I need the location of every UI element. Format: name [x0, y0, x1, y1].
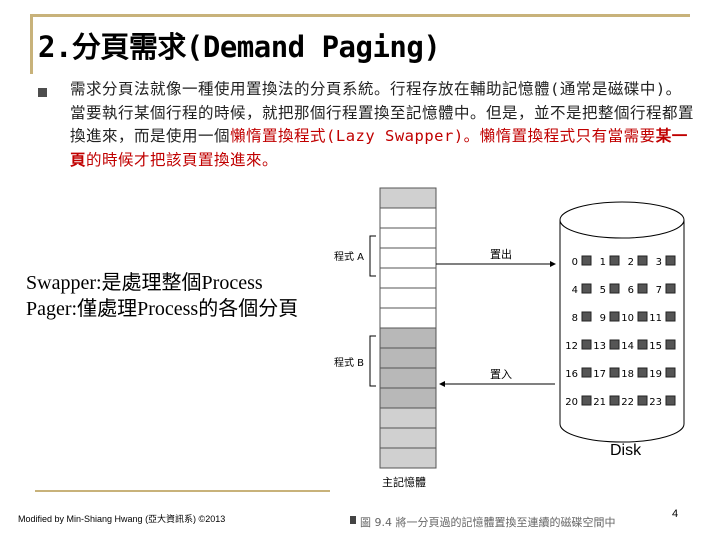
disk-page-block: [665, 395, 676, 406]
disk-page-number: 15: [649, 341, 662, 352]
slide-title: 2.分頁需求(Demand Paging): [38, 30, 441, 64]
disk-page-number: 2: [628, 257, 634, 268]
footer-divider: [35, 490, 330, 492]
demand-paging-figure: 程式 A 程式 B 置出 置入 主記憶體 0 1 2 34 5 6 78 9 10 1112 13 1…: [334, 187, 685, 529]
disk-page-block: [581, 283, 592, 294]
swap-in-label: 置入: [490, 368, 512, 381]
disk-page-block: [609, 339, 620, 350]
disk-page-number: 6: [628, 285, 634, 296]
disk-page-number: 1: [600, 257, 606, 268]
disk-page-number: 14: [621, 341, 634, 352]
swapper-line: Swapper:是處理整個Process: [26, 272, 263, 294]
disk-page-number: 17: [593, 369, 606, 380]
disk-page-number: 7: [656, 285, 662, 296]
swap-out-label: 置出: [490, 247, 512, 261]
disk-page-number: 22: [621, 397, 634, 408]
disk-page-block: [637, 339, 648, 350]
disk-page-number: 21: [593, 397, 606, 408]
disk-page-block: [581, 367, 592, 378]
disk-page-block: [665, 367, 676, 378]
disk-page-number: 8: [572, 313, 578, 324]
disk-page-block: [609, 255, 620, 266]
disk-page-number: 5: [600, 285, 606, 296]
body-paragraph: 需求分頁法就像一種使用置換法的分頁系統。行程存放在輔助記憶體(通常是磁碟中)。當…: [70, 78, 696, 172]
disk-page-number: 3: [656, 257, 662, 268]
disk-page-block: [637, 283, 648, 294]
disk-page-block: [609, 283, 620, 294]
title-accent-horizontal: [30, 14, 690, 17]
disk-page-block: [609, 311, 620, 322]
page-number: 4: [672, 508, 679, 520]
paragraph-text-2: (Lazy Swapper)。懶惰置換程式只有當需要: [326, 127, 656, 145]
paragraph-highlight-lazy-swapper: 懶惰置換程式: [230, 127, 327, 145]
pager-line: Pager:僅處理Process的各個分頁: [26, 298, 299, 320]
disk-page-block: [665, 311, 676, 322]
disk-page-block: [609, 367, 620, 378]
disk-page-block: [637, 367, 648, 378]
disk-page-number: 13: [593, 341, 606, 352]
main-memory-label: 主記憶體: [382, 475, 426, 489]
disk-page-block: [581, 339, 592, 350]
swapper-pager-note: Swapper:是處理整個Process Pager:僅處理Process的各個…: [22, 268, 303, 324]
disk-page-number: 23: [649, 397, 662, 408]
bullet-square-icon: [38, 88, 47, 97]
program-b-label: 程式 B: [334, 356, 364, 369]
disk-page-number: 12: [565, 341, 578, 352]
disk-page-block: [637, 395, 648, 406]
figure-caption: 圖 9.4 將一分頁過的記憶體置換至連續的磁碟空間中: [360, 515, 616, 529]
disk-page-number: 18: [621, 369, 634, 380]
disk-page-block: [665, 283, 676, 294]
title-accent-vertical: [30, 14, 33, 74]
disk-label: Disk: [610, 442, 642, 459]
disk-page-number: 9: [600, 313, 606, 324]
disk-page-number: 10: [621, 313, 634, 324]
disk-page-block: [609, 395, 620, 406]
disk-page-number: 0: [572, 257, 578, 268]
disk-page-block: [637, 255, 648, 266]
disk-page-number: 11: [649, 313, 662, 324]
disk-page-number: 19: [649, 369, 662, 380]
disk-page-block: [581, 311, 592, 322]
disk-page-number: 20: [565, 397, 578, 408]
disk-page-number: 16: [565, 369, 578, 380]
main-memory: [379, 187, 437, 469]
disk-page-block: [581, 255, 592, 266]
disk-page-number: 4: [572, 285, 578, 296]
disk-page-block: [637, 311, 648, 322]
disk-page-block: [581, 395, 592, 406]
disk-page-block: [665, 255, 676, 266]
disk-page-block: [665, 339, 676, 350]
paragraph-text-3: 的時候才把該頁置換進來。: [86, 150, 279, 169]
program-a-label: 程式 A: [334, 250, 364, 263]
footer-credit: Modified by Min-Shiang Hwang (亞大資訊系) ©20…: [18, 514, 226, 524]
